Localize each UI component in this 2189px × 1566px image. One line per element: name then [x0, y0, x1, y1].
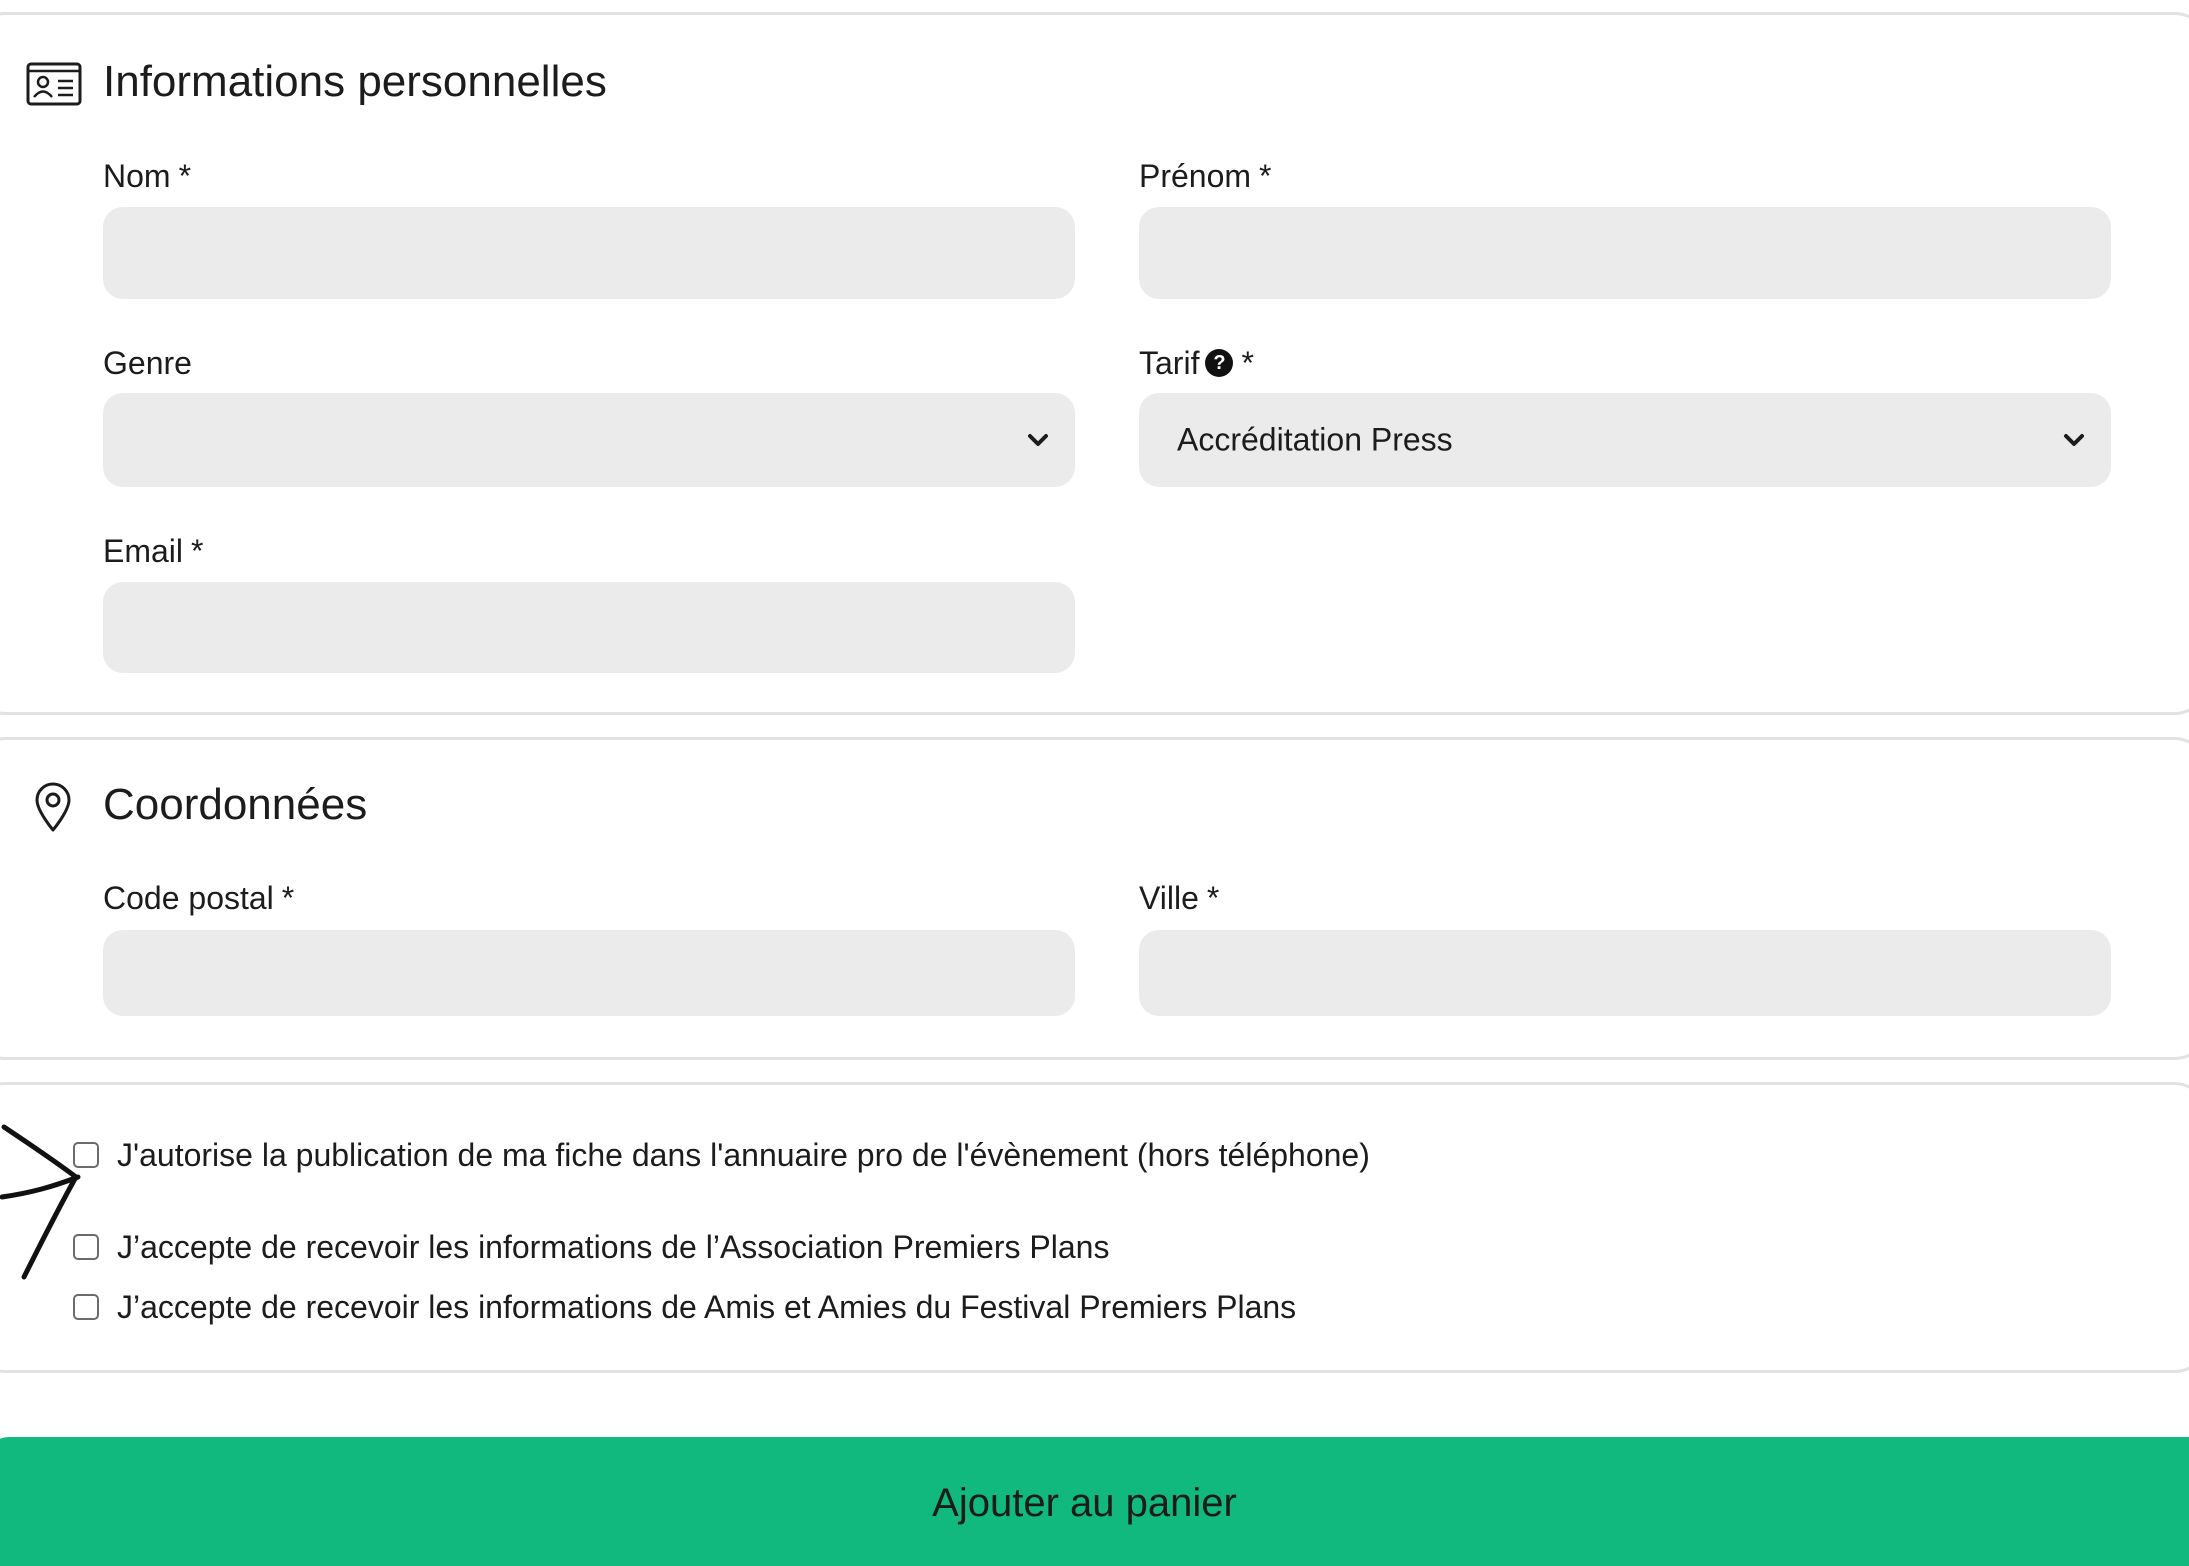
nom-label-text: Nom: [103, 158, 171, 194]
email-label: Email *: [103, 533, 203, 570]
section-title-coordinates: Coordonnées: [103, 780, 368, 829]
tarif-label: Tarif? *: [1139, 345, 1254, 382]
consent-section: J'autorise la publication de ma fiche da…: [0, 1082, 2189, 1373]
map-pin-icon: [35, 782, 71, 832]
code-postal-label: Code postal *: [103, 880, 294, 917]
nom-input[interactable]: [103, 207, 1075, 299]
required-mark: *: [281, 880, 295, 916]
email-label-text: Email: [103, 533, 184, 569]
email-input[interactable]: [103, 582, 1075, 673]
help-icon[interactable]: ?: [1205, 348, 1234, 377]
prenom-input[interactable]: [1139, 207, 2111, 299]
code-postal-label-text: Code postal: [103, 880, 274, 916]
hand-drawn-arrow-icon: [0, 1124, 81, 1280]
genre-select[interactable]: [103, 393, 1075, 487]
registration-form-page: Informations personnelles Nom * Prénom * G…: [0, 0, 2189, 1566]
add-to-cart-label: Ajouter au panier: [932, 1481, 1237, 1525]
coordinates-section: Coordonnées Code postal * Ville *: [0, 737, 2189, 1060]
tarif-label-text: Tarif: [1139, 345, 1200, 381]
genre-label-text: Genre: [103, 345, 192, 381]
ville-label: Ville *: [1139, 880, 1219, 917]
prenom-label: Prénom *: [1139, 158, 1272, 195]
required-mark: *: [178, 158, 192, 194]
ville-label-text: Ville: [1139, 880, 1199, 916]
nom-label: Nom *: [103, 158, 191, 195]
consent-friends-checkbox[interactable]: [73, 1294, 99, 1320]
consent-directory-label[interactable]: J'autorise la publication de ma fiche da…: [117, 1135, 1370, 1175]
genre-label: Genre: [103, 345, 192, 382]
tarif-select-value: Accréditation Press: [1177, 421, 1453, 458]
consent-friends-label[interactable]: J’accepte de recevoir les informations d…: [117, 1287, 1296, 1327]
section-title-personal: Informations personnelles: [103, 57, 607, 106]
add-to-cart-button[interactable]: Ajouter au panier: [0, 1437, 2189, 1566]
code-postal-input[interactable]: [103, 930, 1075, 1016]
chevron-down-icon: [1028, 434, 1048, 446]
tarif-select[interactable]: Accréditation Press: [1139, 393, 2111, 487]
prenom-label-text: Prénom: [1139, 158, 1252, 194]
ville-input[interactable]: [1139, 930, 2111, 1016]
required-mark: *: [1259, 158, 1272, 194]
required-mark: *: [1241, 345, 1254, 381]
id-card-icon: [26, 62, 82, 106]
required-mark: *: [1206, 880, 1220, 916]
consent-association-label[interactable]: J’accepte de recevoir les informations d…: [117, 1227, 1109, 1267]
chevron-down-icon: [2064, 434, 2084, 446]
personal-info-section: Informations personnelles Nom * Prénom * G…: [0, 12, 2189, 715]
required-mark: *: [191, 533, 204, 569]
